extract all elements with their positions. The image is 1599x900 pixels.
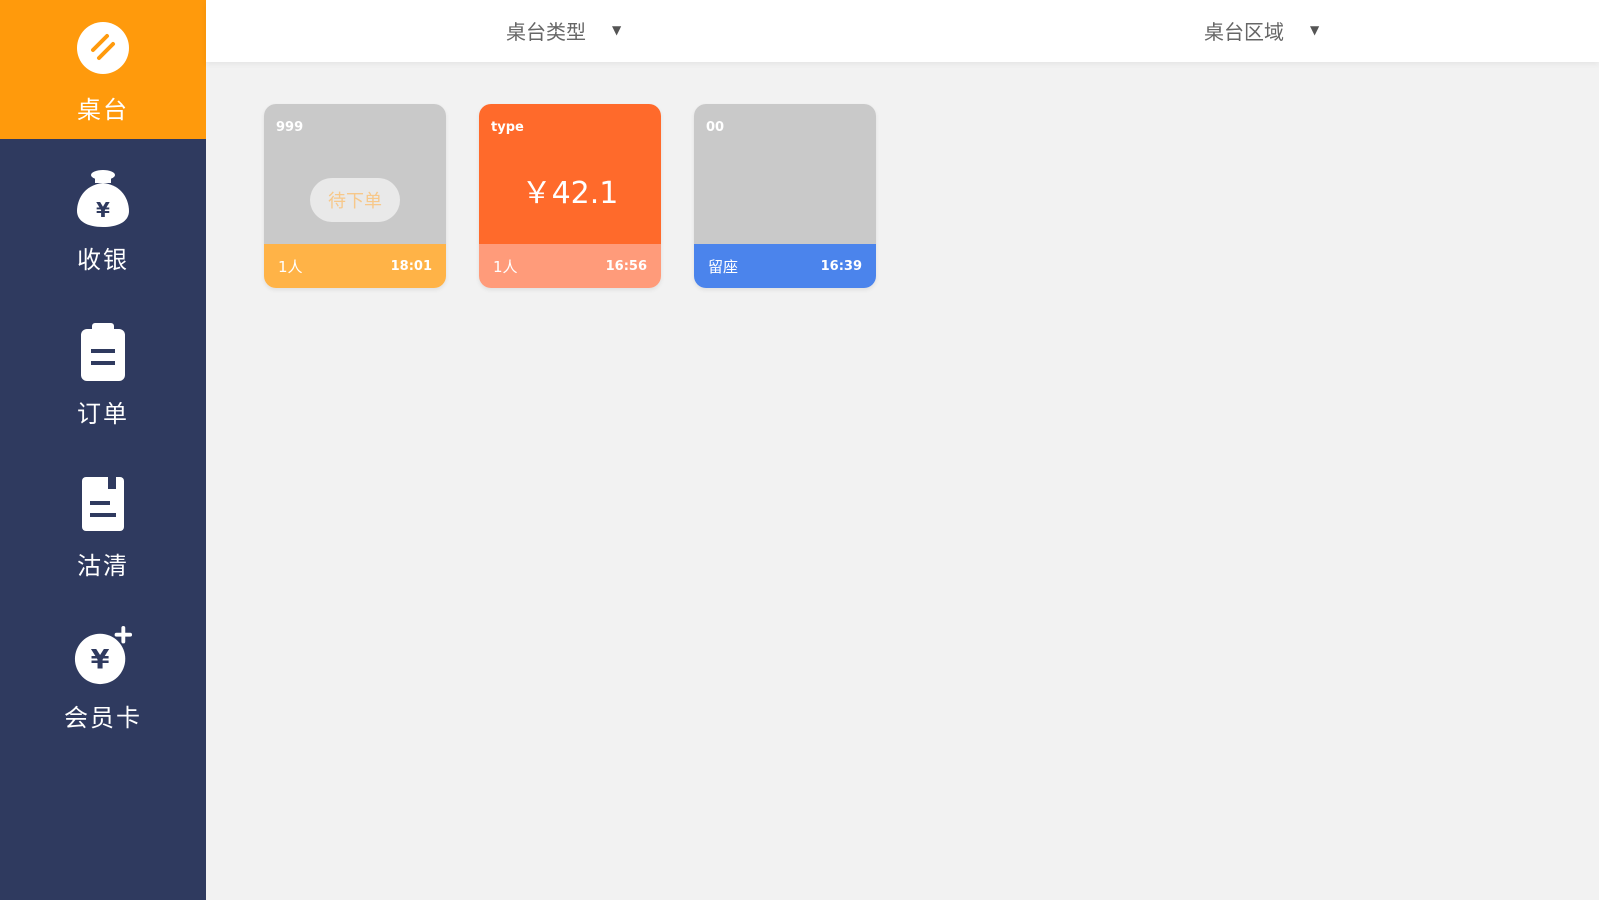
- table-card-dining[interactable]: type ￥42.1 1人 16:56: [479, 104, 661, 288]
- document-icon: [73, 474, 133, 534]
- clipboard-icon: [73, 322, 133, 382]
- sidebar-item-orders[interactable]: 订单: [0, 304, 206, 456]
- sidebar-item-soldout[interactable]: 沽清: [0, 456, 206, 608]
- sidebar-item-tables[interactable]: 桌台: [0, 0, 206, 139]
- guest-count: 1人: [493, 257, 518, 276]
- order-amount: ￥42.1: [521, 176, 619, 211]
- table-name: 00: [706, 120, 725, 135]
- status-badge: 待下单: [310, 178, 400, 222]
- caret-down-icon: ▼: [1310, 23, 1320, 37]
- sidebar-item-label: 订单: [77, 400, 129, 428]
- guest-count: 1人: [278, 257, 303, 276]
- card-footer: 留座 16:39: [694, 244, 876, 288]
- card-body: 00: [694, 104, 876, 244]
- card-footer: 1人 16:56: [479, 244, 661, 288]
- yuan-coin-icon: ¥: [73, 626, 133, 686]
- sidebar-item-label: 收银: [77, 246, 129, 274]
- sidebar: 桌台 ¥ 收银 订单 沽清 ¥ 会员卡: [0, 0, 206, 900]
- card-footer: 1人 18:01: [264, 244, 446, 288]
- svg-text:¥: ¥: [91, 645, 110, 676]
- table-card-pending[interactable]: 999 待下单 1人 18:01: [264, 104, 446, 288]
- status-text: 留座: [708, 257, 739, 276]
- filter-label: 桌台类型: [506, 19, 586, 44]
- sidebar-item-label: 桌台: [77, 96, 129, 124]
- card-center: ￥42.1: [479, 164, 661, 224]
- seated-time: 16:39: [820, 258, 862, 274]
- svg-text:¥: ¥: [96, 198, 110, 222]
- card-body: 999 待下单: [264, 104, 446, 244]
- seated-time: 18:01: [390, 258, 432, 274]
- sidebar-item-label: 沽清: [77, 552, 129, 580]
- sidebar-item-cashier[interactable]: ¥ 收银: [0, 150, 206, 302]
- filter-label: 桌台区域: [1204, 19, 1284, 44]
- table-area-filter[interactable]: 桌台区域 ▼: [1204, 10, 1319, 50]
- table-icon: [73, 18, 133, 78]
- card-center: 待下单: [264, 164, 446, 222]
- seated-time: 16:56: [605, 258, 647, 274]
- table-card-reserved[interactable]: 00 留座 16:39: [694, 104, 876, 288]
- table-name: type: [491, 120, 524, 135]
- money-bag-icon: ¥: [73, 168, 133, 228]
- sidebar-item-membercard[interactable]: ¥ 会员卡: [0, 608, 206, 760]
- caret-down-icon: ▼: [612, 23, 622, 37]
- card-body: type ￥42.1: [479, 104, 661, 244]
- table-name: 999: [276, 120, 304, 135]
- sidebar-item-label: 会员卡: [64, 704, 142, 732]
- header-bar: 桌台类型 ▼ 桌台区域 ▼: [206, 0, 1599, 62]
- table-type-filter[interactable]: 桌台类型 ▼: [506, 10, 621, 50]
- app-root: 桌台 ¥ 收银 订单 沽清 ¥ 会员卡 桌台类型 ▼ 桌台区域 ▼ 999 待下…: [0, 0, 1599, 900]
